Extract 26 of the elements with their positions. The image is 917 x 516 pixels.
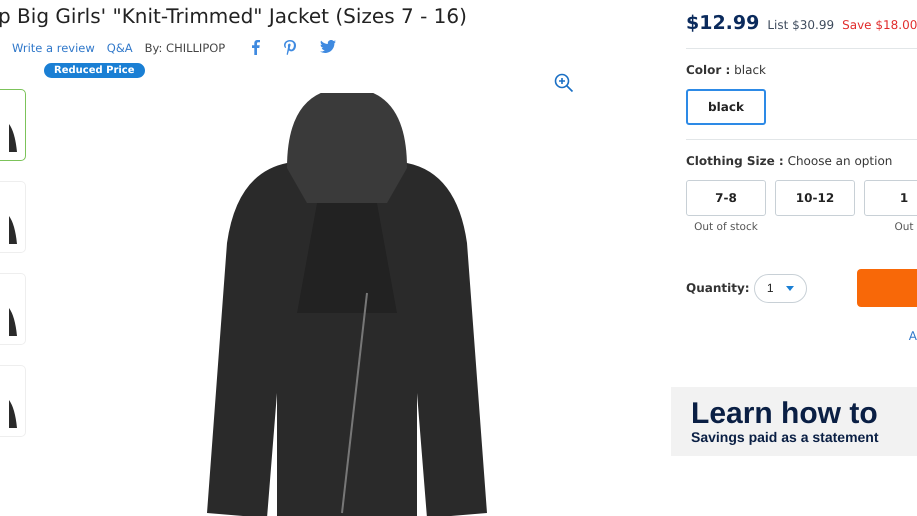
- zoom-in-icon[interactable]: [554, 73, 574, 93]
- product-title: p Big Girls' "Knit-Trimmed" Jacket (Sizes 7 - 16): [0, 3, 468, 28]
- cut-off-link[interactable]: A: [908, 329, 917, 343]
- stock-note: Out: [894, 221, 914, 233]
- pinterest-icon[interactable]: [284, 40, 296, 55]
- current-price: $12.99: [686, 12, 760, 34]
- size-option[interactable]: 1: [864, 180, 917, 216]
- color-label: Color : black: [686, 63, 767, 77]
- banner-headline: Learn how to: [691, 398, 878, 428]
- clothing-size-label: Clothing Size : Choose an option: [686, 154, 894, 168]
- facebook-icon[interactable]: [251, 40, 260, 55]
- twitter-bird-icon[interactable]: [320, 40, 336, 53]
- brand-byline: By: CHILLIPOP: [144, 40, 226, 54]
- quantity-select[interactable]: 1: [754, 274, 808, 302]
- reduced-price-badge: Reduced Price: [44, 63, 145, 78]
- quantity-label: Quantity:: [686, 281, 750, 295]
- color-option[interactable]: black: [686, 89, 766, 125]
- banner-subline: Savings paid as a statement: [691, 428, 879, 444]
- savings-amount: Save $18.00: [842, 18, 917, 32]
- stock-note: Out of stock: [694, 221, 758, 233]
- write-review-link[interactable]: Write a review: [12, 40, 95, 54]
- size-option[interactable]: 7-8: [686, 180, 766, 216]
- list-price: List $30.99: [767, 18, 834, 32]
- caret-icon: [786, 286, 794, 290]
- qa-link[interactable]: Q&A: [106, 40, 133, 54]
- size-option[interactable]: 10-12: [775, 180, 855, 216]
